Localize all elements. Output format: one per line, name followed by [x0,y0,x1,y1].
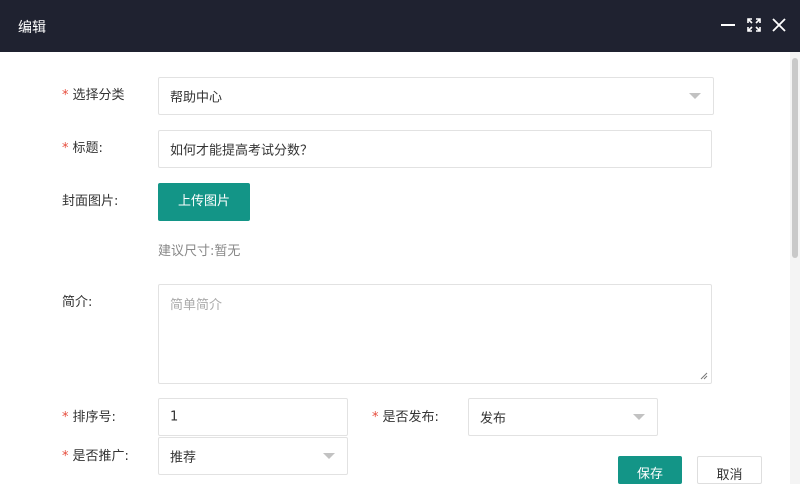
intro-placeholder: 简单简介 [170,298,223,313]
minimize-icon[interactable] [718,15,738,35]
publish-value: 发布 [480,411,507,427]
resize-handle-icon[interactable] [700,372,708,380]
required-mark: * [62,410,69,425]
promote-value: 推荐 [170,450,197,466]
title-label: * 标题: [62,141,103,156]
cover-size-hint: 建议尺寸:暂无 [158,244,241,259]
chevron-down-icon [689,93,701,99]
promote-select[interactable]: 推荐 [158,437,348,475]
vertical-scrollbar[interactable] [790,52,800,484]
dialog-title: 编辑 [18,20,46,36]
title-input[interactable]: 如何才能提高考试分数？ [158,130,712,168]
promote-label: * 是否推广: [62,449,129,464]
required-mark: * [372,410,379,425]
category-value: 帮助中心 [170,90,223,106]
chevron-down-icon [633,414,645,420]
sort-value: 1 [170,409,179,425]
required-mark: * [62,88,69,103]
save-button[interactable]: 保存 [618,456,682,484]
category-select[interactable]: 帮助中心 [158,77,714,115]
dialog-body: * 选择分类 帮助中心 * 标题: 如何才能提高考试分数？ 封面图片: 上传图片 建… [0,52,800,484]
title-value: 如何才能提高考试分数？ [170,143,314,159]
required-mark: * [62,141,69,156]
cover-label: 封面图片: [62,194,119,209]
close-icon[interactable] [769,15,789,35]
category-label: * 选择分类 [62,88,125,103]
chevron-down-icon [323,453,335,459]
intro-label: 简介: [62,295,93,310]
upload-image-button[interactable]: 上传图片 [158,183,250,221]
publish-label: * 是否发布: [372,410,439,425]
maximize-icon[interactable] [744,15,764,35]
dialog-titlebar: 编辑 [0,0,800,52]
required-mark: * [62,449,69,464]
cancel-button[interactable]: 取消 [697,456,762,484]
sort-input[interactable]: 1 [158,398,348,436]
sort-label: * 排序号: [62,410,116,425]
scrollbar-thumb[interactable] [792,58,798,258]
publish-select[interactable]: 发布 [468,398,658,436]
intro-textarea[interactable]: 简单简介 [158,284,712,384]
